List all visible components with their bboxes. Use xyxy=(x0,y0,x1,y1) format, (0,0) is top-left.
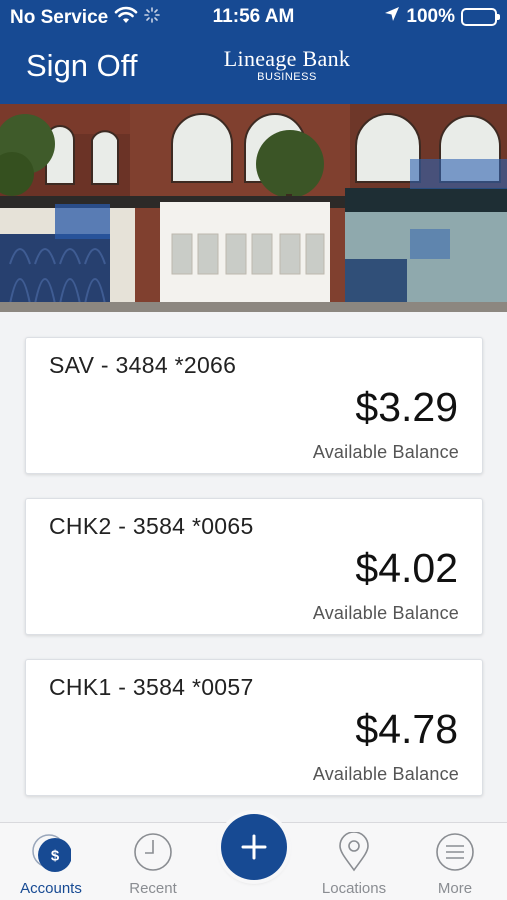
hero-banner-image xyxy=(0,104,507,312)
available-balance-label: Available Balance xyxy=(312,442,459,462)
tab-label: Accounts xyxy=(20,880,82,897)
tab-label: More xyxy=(437,880,473,897)
location-arrow-icon xyxy=(384,6,400,28)
svg-text:$: $ xyxy=(51,848,60,865)
tab-more[interactable]: More xyxy=(410,823,500,900)
account-card-chk1[interactable]: CHK1 - 3584 *0057 $4.78 Available Balanc… xyxy=(25,659,483,796)
account-list: SAV - 3484 *2066 $3.29 Available Balance… xyxy=(0,312,507,822)
tab-label: Recent xyxy=(129,880,177,897)
brand-subtitle: BUSINESS xyxy=(257,71,317,83)
menu-icon xyxy=(435,832,475,872)
nav-bar: Sign Off Lineage Bank BUSINESS xyxy=(0,36,507,104)
account-balance: $4.78 xyxy=(355,706,458,752)
location-pin-icon xyxy=(334,831,374,872)
sign-off-button[interactable]: Sign Off xyxy=(26,48,137,84)
brand-name: Lineage Bank xyxy=(223,46,351,71)
tab-accounts[interactable]: $ Accounts xyxy=(6,823,96,900)
tab-locations[interactable]: Locations xyxy=(309,823,399,900)
available-balance-label: Available Balance xyxy=(312,764,459,784)
tab-label: Locations xyxy=(321,880,387,897)
account-balance: $4.02 xyxy=(355,545,458,591)
tab-recent[interactable]: Recent xyxy=(108,823,198,900)
account-card-chk2[interactable]: CHK2 - 3584 *0065 $4.02 Available Balanc… xyxy=(25,498,483,635)
available-balance-label: Available Balance xyxy=(312,603,459,623)
account-card-sav[interactable]: SAV - 3484 *2066 $3.29 Available Balance xyxy=(25,337,483,474)
clock-icon xyxy=(133,832,173,872)
status-right: 100% xyxy=(384,6,500,28)
status-bar: No Service 11:56 AM 100% xyxy=(0,0,507,36)
accounts-icon: $ xyxy=(31,832,72,872)
account-name: SAV - 3484 *2066 xyxy=(49,352,237,378)
battery-percent: 100% xyxy=(406,6,455,27)
account-balance: $3.29 xyxy=(355,384,458,430)
brand-logo: Lineage Bank BUSINESS xyxy=(222,46,352,83)
account-name: CHK2 - 3584 *0065 xyxy=(49,513,254,539)
add-button[interactable] xyxy=(221,814,287,880)
battery-icon xyxy=(461,8,500,26)
account-name: CHK1 - 3584 *0057 xyxy=(49,674,254,700)
plus-icon xyxy=(241,834,267,860)
